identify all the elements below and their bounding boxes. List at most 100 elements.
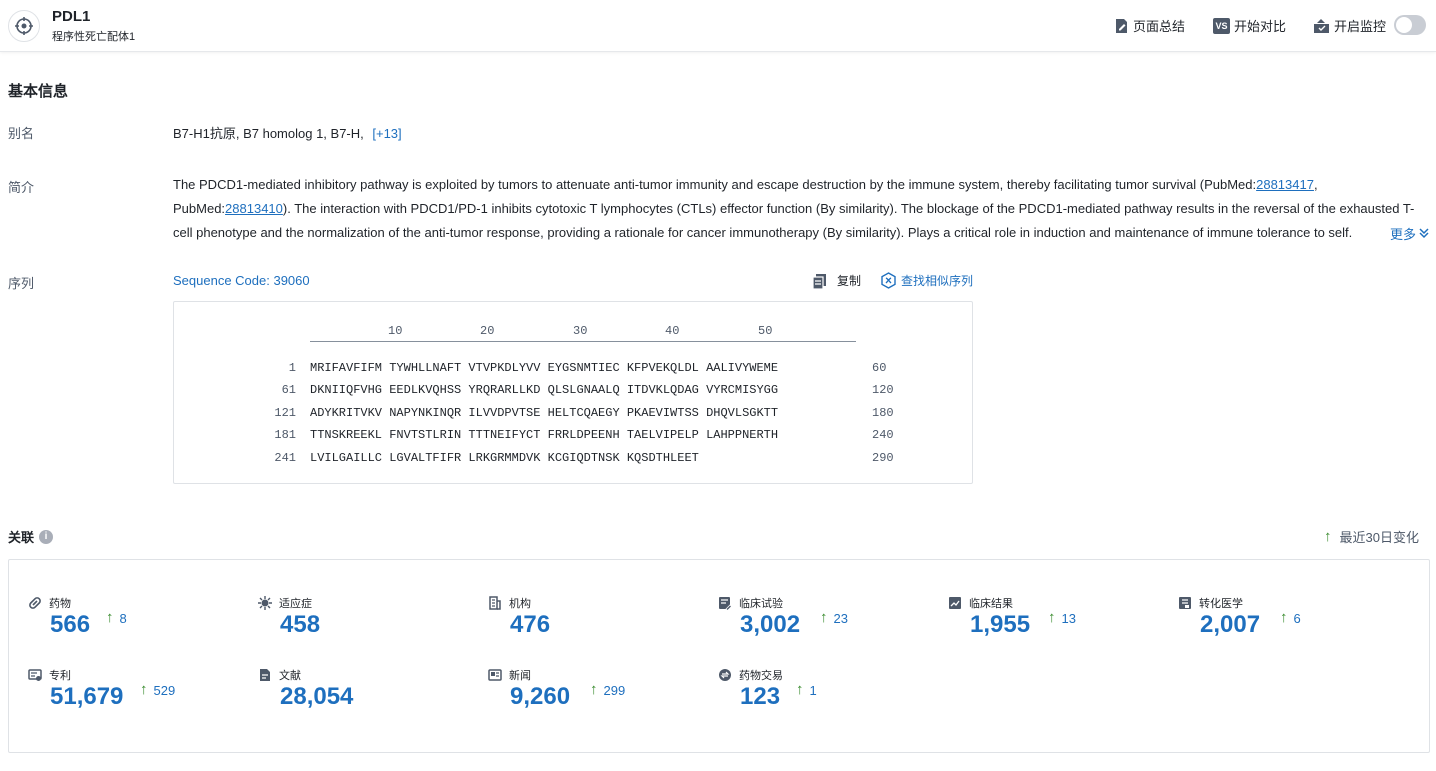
row-residues: DKNIIQFVHG EEDLKVQHSS YRQRARLLKD QLSLGNA…: [310, 383, 779, 397]
stat-change: 299: [603, 683, 626, 698]
stat-value: 476: [510, 611, 551, 638]
stat-label: 新闻: [509, 670, 531, 682]
sequence-row: 181 TTNSKREEKL FNVTSTLRIN TTTNEIFYCT FRR…: [174, 428, 974, 446]
target-logo-icon: [8, 10, 40, 42]
row-start-index: 121: [274, 406, 296, 420]
stat-drug-deals[interactable]: 药物交易 123 ↑ 1: [718, 667, 938, 727]
page-summary-button[interactable]: 页面总结: [1114, 16, 1185, 35]
monitor-icon: [1314, 18, 1329, 33]
copy-label: 复制: [837, 274, 862, 288]
basic-info-heading: 基本信息: [8, 83, 69, 100]
page-summary-label: 页面总结: [1133, 19, 1186, 34]
sequence-row: 61 DKNIIQFVHG EEDLKVQHSS YRQRARLLKD QLSL…: [174, 383, 974, 401]
stat-value: 458: [280, 611, 321, 638]
sequence-code-link[interactable]: Sequence Code: 39060: [173, 273, 310, 288]
stat-label: 适应症: [279, 598, 312, 610]
more-label: 更多: [1389, 226, 1416, 242]
page-title: PDL1: [52, 8, 91, 25]
info-icon[interactable]: i: [39, 529, 54, 544]
row-start-index: 241: [274, 451, 296, 465]
flask-doc-icon: [1179, 597, 1191, 609]
row-residues: MRIFAVFIFM TYWHLLNAFT VTVPKDLYVV EYGSNMT…: [310, 361, 779, 375]
stat-indications[interactable]: 适应症 458: [258, 595, 478, 655]
stat-value: 2,007: [1200, 611, 1261, 638]
patent-icon: [28, 669, 42, 681]
row-end-index: 120: [872, 383, 894, 397]
stat-translational-medicine[interactable]: 转化医学 2,007 ↑ 6: [1178, 595, 1398, 655]
pubmed-link[interactable]: 28813410: [225, 201, 283, 216]
recent-change-legend: ↑ 最近30日变化: [1324, 527, 1419, 546]
sequence-ruler: 10 20 30 40 50: [310, 324, 856, 342]
deal-icon: [719, 669, 731, 681]
monitor-label: 开启监控: [1334, 19, 1387, 34]
associations-title: 关联: [8, 530, 35, 545]
intro-text-part: The PDCD1-mediated inhibitory pathway is…: [173, 177, 1257, 192]
sequence-row: 241 LVILGAILLC LGVALTFIFR LRKGRMMDVK KCG…: [174, 451, 974, 469]
association-stats-panel: 药物 566 ↑ 8 适应症 458 机构 476 临床试验 3,002 ↑ 23 …: [8, 559, 1430, 753]
find-similar-button[interactable]: 查找相似序列: [880, 272, 973, 289]
row-start-index: 61: [281, 383, 296, 397]
doc-edit-icon: [1116, 18, 1127, 33]
stat-clinical-results[interactable]: 临床结果 1,955 ↑ 13: [948, 595, 1168, 655]
find-similar-label: 查找相似序列: [901, 274, 974, 288]
stat-value: 51,679: [50, 683, 124, 710]
stat-organizations[interactable]: 机构 476: [488, 595, 708, 655]
stat-change: 13: [1061, 611, 1076, 626]
news-icon: [488, 669, 502, 681]
virus-icon: [258, 596, 272, 610]
sequence-viewer: 10 20 30 40 50 1 MRIFAVFIFM TYWHLLNAFT V…: [173, 301, 973, 484]
up-arrow-icon: ↑: [106, 609, 114, 626]
stat-clinical-trials[interactable]: 临床试验 3,002 ↑ 23: [718, 595, 938, 655]
stat-value: 3,002: [740, 611, 801, 638]
start-compare-label: 开始对比: [1234, 19, 1287, 34]
alias-more-link[interactable]: [+13]: [372, 126, 401, 141]
page-subtitle: 程序性死亡配体1: [52, 31, 136, 43]
start-compare-button[interactable]: VS 开始对比: [1213, 16, 1286, 35]
intro-text: The PDCD1-mediated inhibitory pathway is…: [173, 173, 1429, 245]
stat-value: 566: [50, 611, 91, 638]
row-residues: TTNSKREEKL FNVTSTLRIN TTTNEIFYCT FRRLDPE…: [310, 428, 779, 442]
stat-literature[interactable]: 文献 28,054: [258, 667, 478, 727]
row-residues: LVILGAILLC LGVALTFIFR LRKGRMMDVK KCGIQDT…: [310, 451, 699, 465]
pubmed-link[interactable]: 28813417: [1256, 177, 1314, 192]
stat-news[interactable]: 新闻 9,260 ↑ 299: [488, 667, 708, 727]
vs-icon: VS: [1213, 17, 1230, 34]
associations-heading: 关联 i: [8, 527, 54, 546]
row-end-index: 240: [872, 428, 894, 442]
page-header: PDL1 程序性死亡配体1 页面总结 VS 开始对比 开启监控: [0, 0, 1436, 52]
pill-icon: [29, 597, 41, 609]
monitor-toggle[interactable]: [1394, 15, 1426, 35]
stat-label: 临床试验: [739, 598, 783, 610]
chart-doc-icon: [949, 597, 961, 609]
stat-drugs[interactable]: 药物 566 ↑ 8: [28, 595, 248, 655]
stat-label: 转化医学: [1199, 598, 1243, 610]
stat-change: 8: [119, 611, 127, 626]
stat-patents[interactable]: 专利 51,679 ↑ 529: [28, 667, 248, 727]
double-chevron-down-icon: [1419, 228, 1429, 239]
up-arrow-icon: ↑: [796, 681, 804, 698]
up-arrow-icon: ↑: [1048, 609, 1056, 626]
more-button[interactable]: 更多: [1360, 221, 1430, 245]
up-arrow-icon: ↑: [1280, 609, 1288, 626]
row-start-index: 1: [288, 361, 296, 375]
clipboard-icon: [719, 597, 732, 610]
stat-value: 123: [740, 683, 781, 710]
monitor-button[interactable]: 开启监控: [1313, 16, 1386, 35]
copy-icon: [812, 273, 826, 289]
row-start-index: 181: [274, 428, 296, 442]
alias-list: B7-H1抗原, B7 homolog 1, B7-H,: [173, 126, 364, 141]
alias-value: B7-H1抗原, B7 homolog 1, B7-H, [+13]: [173, 123, 402, 142]
sequence-label: 序列: [8, 276, 35, 291]
row-end-index: 290: [872, 451, 894, 465]
copy-button[interactable]: 复制: [812, 272, 861, 289]
stat-value: 1,955: [970, 611, 1031, 638]
intro-label: 简介: [8, 180, 35, 195]
stat-label: 文献: [279, 670, 301, 682]
row-end-index: 60: [872, 361, 887, 375]
ruler-tick: 50: [758, 324, 773, 338]
alias-label: 别名: [8, 126, 35, 141]
up-arrow-icon: ↑: [140, 681, 148, 698]
sequence-row: 121 ADYKRITVKV NAPYNKINQR ILVVDPVTSE HEL…: [174, 406, 974, 424]
stat-label: 机构: [509, 598, 531, 610]
recent-change-label: 最近30日变化: [1339, 530, 1419, 545]
